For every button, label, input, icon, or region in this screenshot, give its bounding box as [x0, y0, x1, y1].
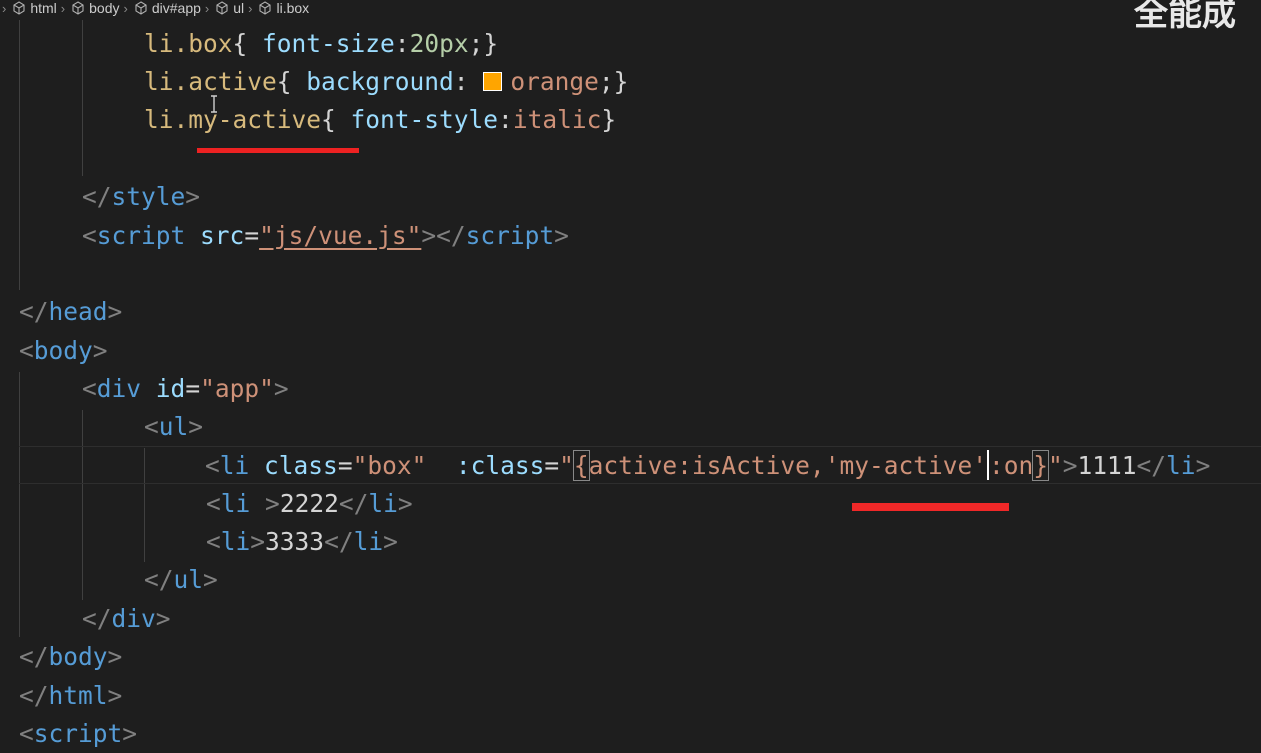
css-value: italic	[512, 105, 602, 134]
watermark-text: 全能成	[1134, 0, 1236, 33]
code-line: li.my-active{ font-style:italic}	[144, 105, 617, 134]
css-value: 20px	[409, 29, 469, 58]
chevron-right-icon: ›	[248, 0, 253, 16]
breadcrumb-item-body[interactable]: body	[71, 0, 120, 16]
breadcrumb-item-html[interactable]: html	[12, 0, 57, 16]
code-line: <body>	[19, 336, 108, 365]
matching-bracket: }	[1032, 450, 1049, 481]
css-value: orange	[510, 67, 599, 96]
chevron-right-icon: ›	[123, 0, 128, 16]
breadcrumb-item-ul[interactable]: ul	[215, 0, 244, 16]
current-code-line[interactable]: <li class="box" :class="{active:isActive…	[19, 446, 1261, 484]
code-line: <li>3333</li>	[206, 527, 398, 556]
code-line: </body>	[19, 642, 123, 671]
code-editor[interactable]: li.box{ font-size:20px;} li.active{ back…	[0, 0, 1261, 751]
chevron-right-icon: ›	[2, 0, 7, 16]
code-line: li.box{ font-size:20px;}	[144, 29, 499, 58]
code-line: <script>	[19, 719, 138, 748]
indent-guide	[19, 20, 20, 290]
code-line: <script src="js/vue.js"></script>	[82, 221, 569, 250]
breadcrumb-item-div-app[interactable]: div#app	[134, 0, 201, 16]
annotation-underline	[197, 148, 359, 153]
code-line: <ul>	[144, 412, 204, 441]
css-property: font-style	[350, 105, 499, 134]
cube-icon	[135, 1, 147, 15]
indent-guide	[19, 372, 20, 637]
matching-bracket: {	[572, 450, 590, 481]
css-selector: li.active	[144, 67, 277, 96]
code-line: </style>	[82, 182, 201, 211]
color-swatch[interactable]	[483, 72, 503, 91]
css-selector: li.box	[144, 29, 233, 58]
code-line: </div>	[82, 604, 171, 633]
script-src-link[interactable]: "js/vue.js"	[259, 221, 421, 250]
cube-icon	[216, 1, 228, 15]
indent-guide	[82, 410, 83, 600]
code-line: </ul>	[144, 565, 218, 594]
breadcrumb-item-li-box[interactable]: li.box	[258, 0, 309, 16]
code-line: </html>	[19, 681, 123, 710]
indent-guide	[82, 20, 83, 176]
cube-icon	[13, 1, 25, 15]
text-cursor-icon	[211, 95, 217, 113]
css-selector: li.my-active	[144, 105, 322, 134]
chevron-right-icon: ›	[60, 0, 66, 16]
annotation-underline	[852, 503, 1009, 511]
chevron-right-icon: ›	[204, 0, 210, 16]
code-line: </head>	[19, 297, 123, 326]
breadcrumb: › html › body › div#app › ul › li.box	[0, 0, 1261, 16]
css-property: font-size	[262, 29, 395, 58]
css-property: background	[306, 67, 454, 96]
cube-icon	[72, 1, 84, 15]
cube-icon	[259, 1, 272, 15]
code-line: li.active{ background: orange;}	[144, 67, 629, 96]
code-line: <li >2222</li>	[206, 489, 413, 518]
code-line: <div id="app">	[82, 374, 289, 403]
